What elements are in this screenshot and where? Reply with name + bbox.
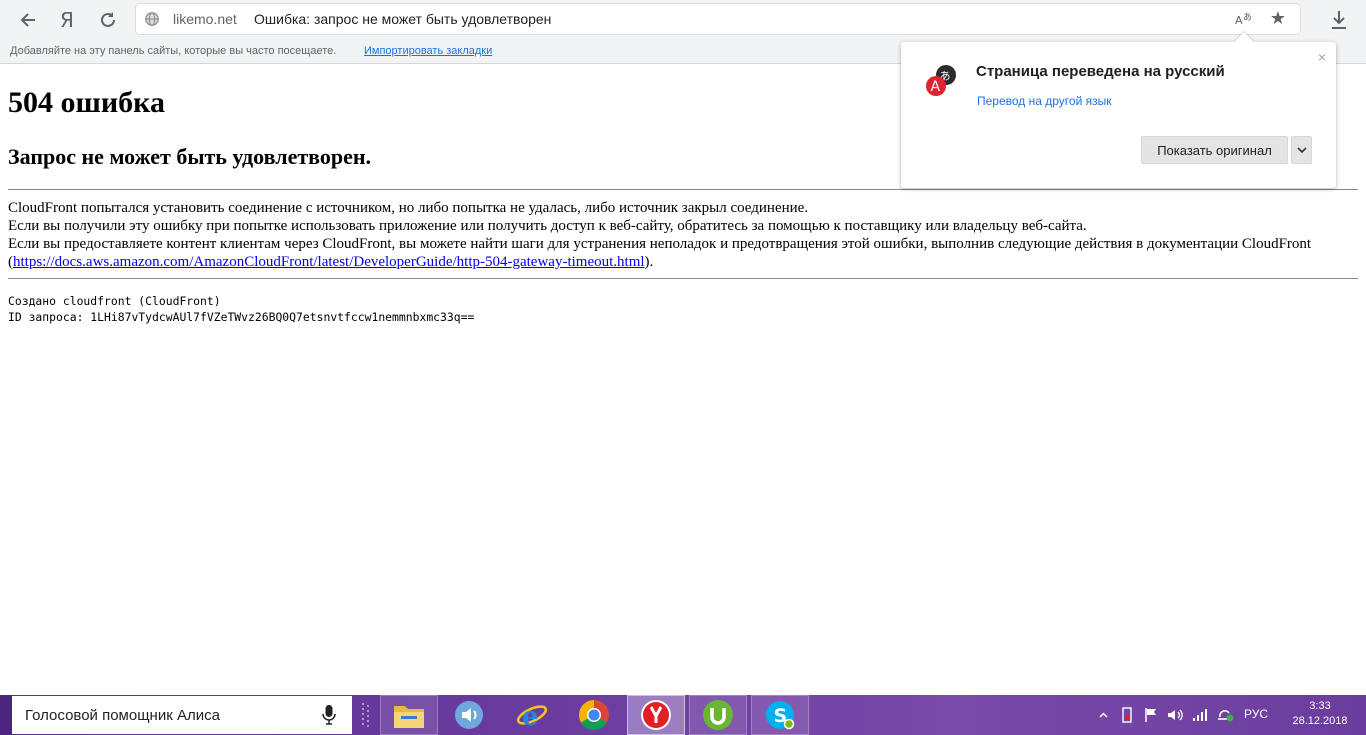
error-subheading: Запрос не может быть удовлетворен. [8,144,372,169]
description-line-1: CloudFront попытался установить соединен… [8,200,809,216]
reload-button[interactable] [93,5,123,35]
clock-time: 3:33 [1309,700,1331,712]
address-domain: likemo.net [173,11,237,27]
yandex-home-button[interactable]: Я [52,5,82,35]
internet-explorer-icon: e [516,702,548,731]
divider [8,189,1358,190]
arrow-left-icon [20,13,35,27]
popup-title: Страница переведена на русский [976,63,1225,80]
svg-text:A: A [1235,14,1243,27]
translate-popup: × あ A Страница переведена на русский Пер… [901,32,1336,188]
alice-placeholder: Голосовой помощник Алиса [25,707,220,724]
chrome-icon [578,700,609,731]
folder-icon [394,706,424,728]
network-signal-icon[interactable] [1190,695,1210,735]
reload-icon [101,12,115,27]
translate-icon[interactable]: A あ [1234,10,1254,28]
downloads-button[interactable] [1324,5,1354,35]
taskbar: Голосовой помощник Алиса e S РУС 3:33 28… [0,695,1366,735]
address-page-title: Ошибка: запрос не может быть удовлетворе… [254,11,552,27]
download-icon [1332,11,1346,29]
tray-device-icon[interactable] [1118,695,1136,735]
generated-by: Создано cloudfront (CloudFront) [8,294,221,308]
skype-taskbar-button[interactable]: S [751,695,809,735]
taskbar-grip [362,703,369,727]
show-original-label: Показать оригинал [1157,142,1272,158]
utorrent-taskbar-button[interactable] [689,695,747,735]
microphone-icon[interactable] [322,704,336,726]
translate-badge-icon: あ A [925,64,959,98]
input-language-indicator[interactable]: РУС [1244,707,1268,721]
other-language-link[interactable]: Перевод на другой язык [977,94,1112,108]
chevron-up-icon [1098,712,1108,718]
yandex-home-label: Я [60,8,74,32]
show-original-button[interactable]: Показать оригинал [1141,136,1288,164]
divider [8,278,1358,279]
action-center-flag-icon[interactable] [1142,695,1160,735]
file-explorer-taskbar-button[interactable] [380,695,438,735]
back-button[interactable] [13,5,43,35]
description-line-2: Если вы получили эту ошибку при попытке … [8,218,1087,234]
error-heading: 504 ошибка [8,86,165,119]
clock[interactable]: 3:33 28.12.2018 [1280,699,1360,729]
import-bookmarks-link[interactable]: Импортировать закладки [364,45,492,57]
internet-explorer-taskbar-button[interactable]: e [503,695,561,735]
alice-search-box[interactable]: Голосовой помощник Алиса [12,696,352,734]
media-player-taskbar-button[interactable] [440,695,498,735]
address-bar[interactable]: likemo.net Ошибка: запрос не может быть … [136,4,1300,34]
chrome-taskbar-button[interactable] [565,695,623,735]
skype-icon: S [766,701,795,730]
clock-date: 28.12.2018 [1292,715,1348,727]
volume-icon[interactable] [1166,695,1184,735]
chevron-down-icon [1296,147,1307,153]
show-hidden-icons-button[interactable] [1096,695,1110,735]
bookmarks-hint: Добавляйте на эту панель сайты, которые … [10,45,337,57]
bookmark-star-icon[interactable]: ★ [1268,8,1288,28]
globe-icon [142,9,162,29]
yandex-browser-icon [641,700,671,730]
sync-status-icon[interactable] [1214,695,1236,735]
start-area[interactable] [0,695,12,735]
yandex-browser-taskbar-button[interactable] [627,695,685,735]
browser-toolbar: Я likemo.net Ошибка: запрос не может быт… [0,0,1366,40]
svg-text:あ: あ [1243,12,1252,23]
close-icon[interactable]: × [1318,50,1326,64]
error-description: CloudFront попытался установить соединен… [8,199,1360,271]
translate-options-dropdown[interactable] [1291,136,1312,164]
docs-link[interactable]: https://docs.aws.amazon.com/AmazonCloudF… [13,254,645,270]
request-info: Создано cloudfront (CloudFront) ID запро… [8,293,474,325]
svg-text:e: e [522,702,539,731]
speaker-icon [455,701,483,729]
link-suffix: ). [644,254,654,270]
svg-text:A: A [931,79,941,95]
request-id: ID запроса: 1LHi87vTydcwAUl7fVZeTWvz26BQ… [8,310,475,324]
utorrent-icon [703,700,733,730]
